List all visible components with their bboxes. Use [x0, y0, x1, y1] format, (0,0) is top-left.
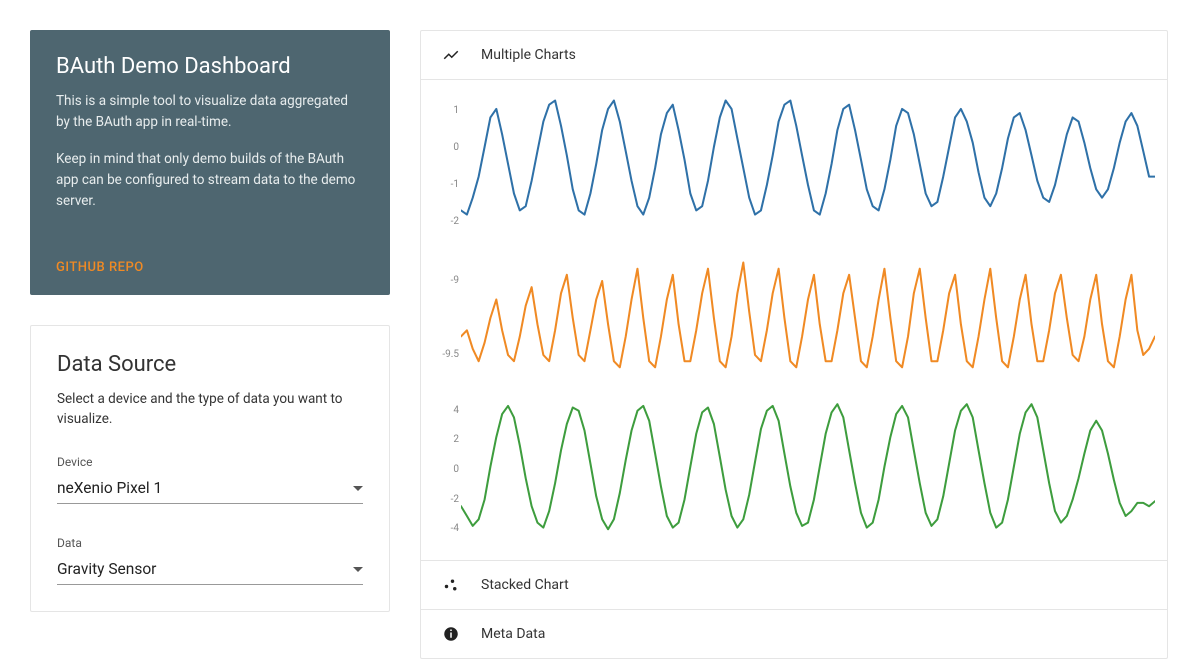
chart-2: -9-9.5 — [461, 244, 1155, 392]
data-label: Data — [57, 536, 363, 550]
scatter-icon — [441, 575, 461, 595]
meta-data-label: Meta Data — [481, 626, 545, 642]
stacked-chart-label: Stacked Chart — [481, 577, 569, 593]
chart-1: 10-1-2 — [461, 92, 1155, 240]
hero-desc-1: This is a simple tool to visualize data … — [56, 91, 364, 133]
hero-title: BAuth Demo Dashboard — [56, 54, 364, 79]
multiple-charts-label: Multiple Charts — [481, 47, 576, 63]
data-value: Gravity Sensor — [57, 560, 156, 578]
info-icon — [441, 624, 461, 644]
multiple-charts-header[interactable]: Multiple Charts — [421, 31, 1167, 80]
meta-data-header[interactable]: Meta Data — [421, 610, 1167, 658]
data-source-card: Data Source Select a device and the type… — [30, 325, 390, 613]
github-repo-link[interactable]: GITHUB REPO — [56, 260, 144, 275]
stacked-chart-header[interactable]: Stacked Chart — [421, 561, 1167, 610]
data-select[interactable]: Gravity Sensor — [57, 556, 363, 585]
hero-desc-2: Keep in mind that only demo builds of th… — [56, 149, 364, 212]
device-select[interactable]: neXenio Pixel 1 — [57, 475, 363, 504]
charts-container: 10-1-2 -9-9.5 420-2-4 — [421, 80, 1167, 561]
line-chart-icon — [441, 45, 461, 65]
chart-3: 420-2-4 — [461, 396, 1155, 544]
hero-card: BAuth Demo Dashboard This is a simple to… — [30, 30, 390, 295]
data-source-desc: Select a device and the type of data you… — [57, 389, 363, 430]
device-label: Device — [57, 455, 363, 469]
chevron-down-icon — [353, 486, 363, 491]
chevron-down-icon — [353, 567, 363, 572]
data-source-title: Data Source — [57, 352, 363, 377]
device-value: neXenio Pixel 1 — [57, 479, 162, 497]
charts-panel: Multiple Charts 10-1-2 -9-9.5 420-2-4 — [420, 30, 1168, 659]
